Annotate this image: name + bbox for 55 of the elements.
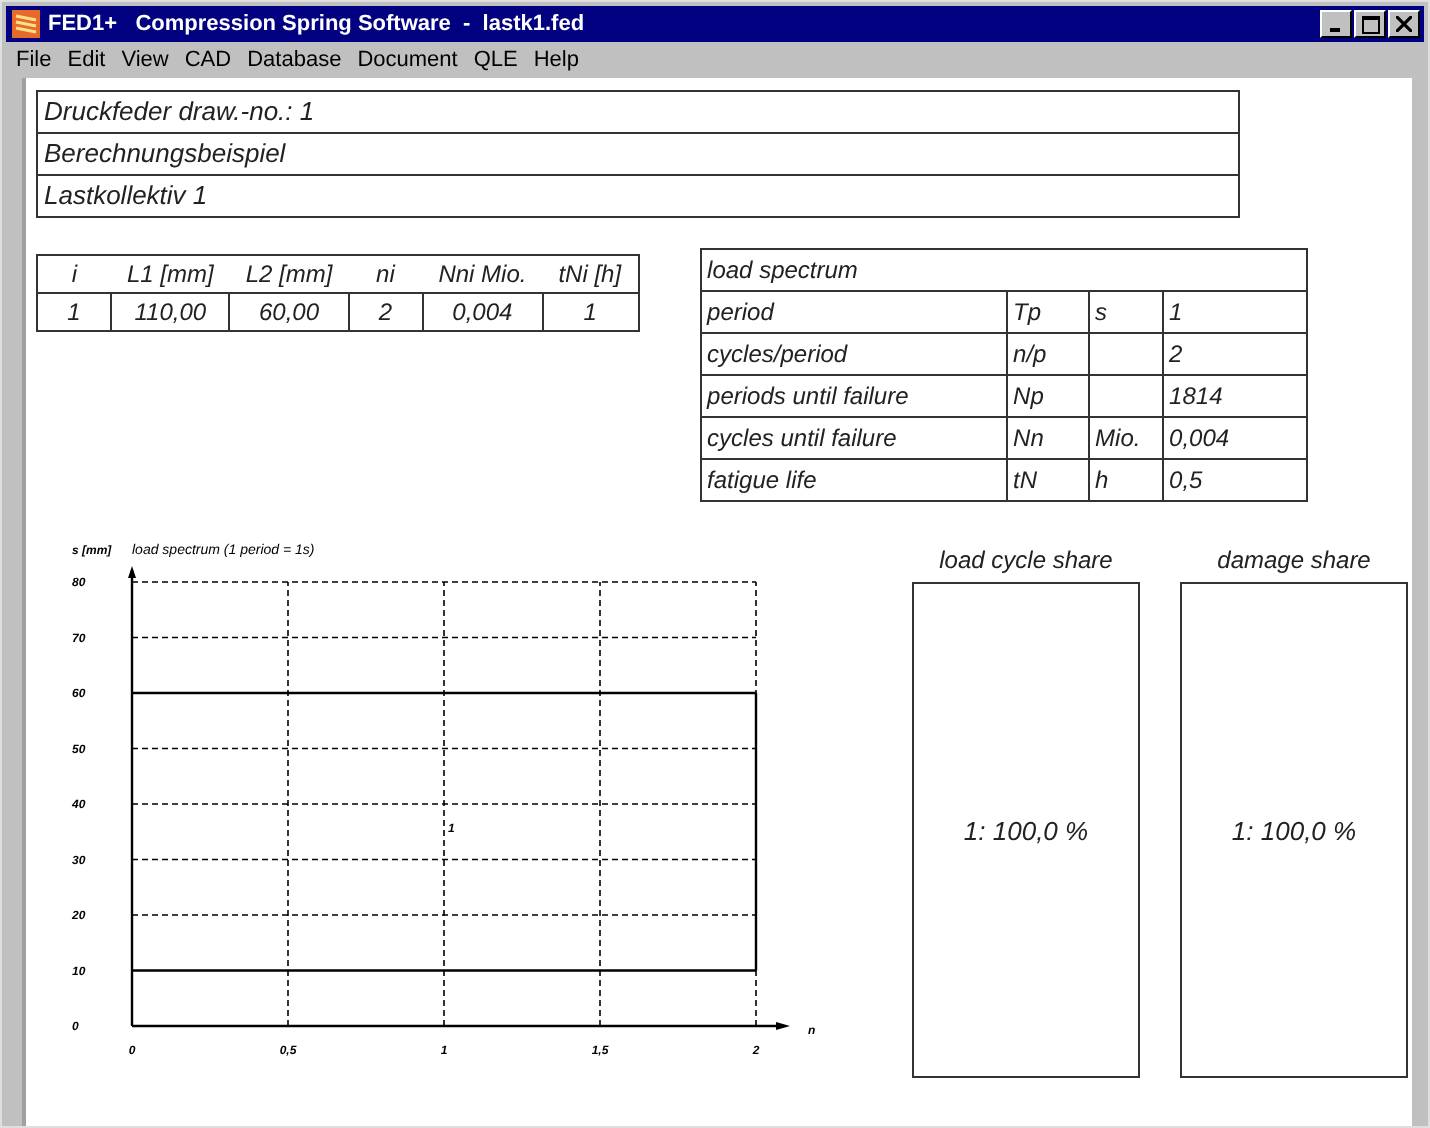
share-title: damage share [1217, 546, 1371, 574]
spring-icon [12, 10, 40, 38]
table-cell: cycles/period [700, 333, 1007, 375]
table-cell: 1 [542, 293, 639, 331]
menu-item[interactable]: Document [349, 48, 466, 72]
close-icon [1396, 16, 1412, 32]
table-cell: Tp [1006, 291, 1089, 333]
table-cell: periods until failure [700, 375, 1007, 417]
maximize-button[interactable] [1354, 10, 1386, 38]
column-header: L1 [mm] [111, 255, 230, 293]
table-cell: 0,5 [1162, 459, 1307, 501]
table-cell: h [1088, 459, 1163, 501]
column-header: ni [348, 255, 423, 293]
close-button[interactable] [1388, 10, 1420, 38]
table-cell [1088, 333, 1163, 375]
table-cell: 60,00 [229, 293, 349, 331]
table-cell: 2 [348, 293, 423, 331]
table-cell: n/p [1006, 333, 1089, 375]
table-title: load spectrum [700, 249, 1307, 291]
menu-item[interactable]: Edit [59, 48, 114, 72]
table-cell: 1814 [1162, 375, 1307, 417]
column-header: Nni Mio. [422, 255, 543, 293]
menu-item[interactable]: CAD [176, 48, 240, 72]
table-cell: 1 [37, 293, 111, 331]
maximize-icon [1361, 15, 1379, 33]
header-line: Berechnungsbeispiel [38, 132, 1238, 174]
table-cell [1088, 375, 1163, 417]
header-line: Lastkollektiv 1 [38, 174, 1238, 216]
table-cell: Np [1006, 375, 1089, 417]
share-value: 1: 100,0 % [963, 815, 1089, 845]
table-cell: Mio. [1088, 417, 1163, 459]
column-header: L2 [mm] [229, 255, 349, 293]
header-line: Druckfeder draw.-no.: 1 [42, 94, 317, 130]
table-cell: fatigue life [700, 459, 1007, 501]
column-header: i [37, 255, 111, 293]
minimize-button[interactable] [1320, 10, 1352, 38]
table-cell: 110,00 [111, 293, 230, 331]
column-header: tNi [h] [542, 255, 639, 293]
table-cell: 0,004 [1162, 417, 1307, 459]
table-cell: tN [1006, 459, 1089, 501]
table-cell: Nn [1006, 417, 1089, 459]
menu-item[interactable]: QLE [465, 48, 526, 72]
table-cell: s [1088, 291, 1163, 333]
menu-item[interactable]: Database [239, 48, 350, 72]
menu-item[interactable]: View [113, 48, 177, 72]
table-cell: cycles until failure [700, 417, 1007, 459]
share-title: load cycle share [939, 546, 1113, 574]
menu-item[interactable]: File [8, 48, 60, 72]
table-cell: period [700, 291, 1007, 333]
share-value: 1: 100,0 % [1231, 815, 1357, 845]
menu-item[interactable]: Help [525, 48, 587, 72]
table-cell: 2 [1162, 333, 1307, 375]
table-cell: 0,004 [422, 293, 543, 331]
window-title: FED1+ Compression Spring Software - lastk1.fed [48, 12, 585, 36]
table-cell: 1 [1162, 291, 1307, 333]
